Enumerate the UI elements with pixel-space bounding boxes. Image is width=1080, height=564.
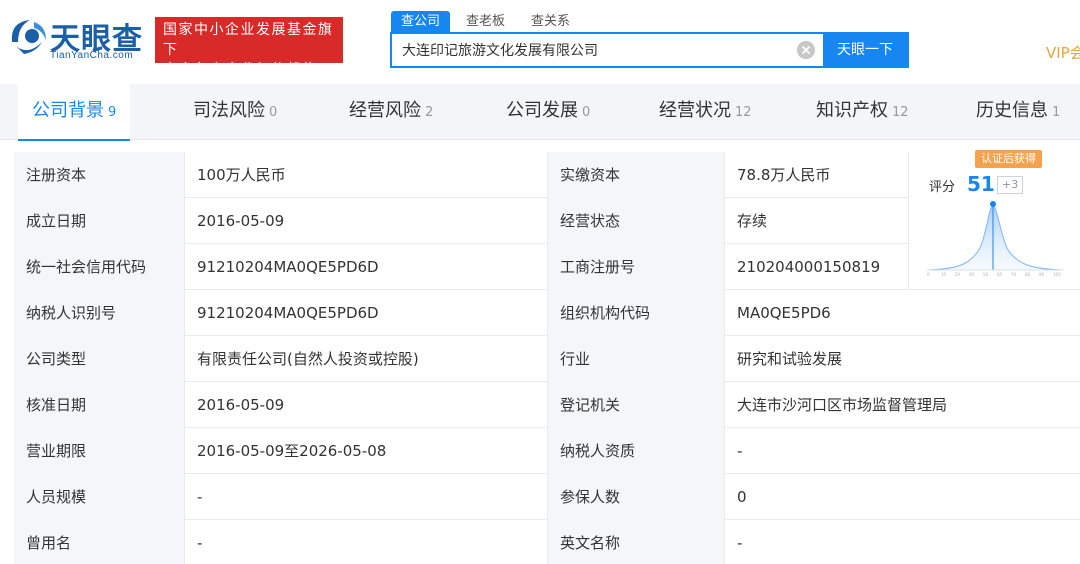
search-type-tabs: 查公司 查老板 查关系 [391,11,586,33]
field-value: - [184,474,547,520]
field-label: 核准日期 [14,382,184,428]
field-value: 存续 [724,198,908,244]
top-header: 天眼查 TianYanCha.com 国家中小企业发展基金旗下 官方备案企业征信… [0,0,1080,84]
field-label: 人员规模 [14,474,184,520]
table-row: 公司类型 有限责任公司(自然人投资或控股) 行业 研究和试验发展 [14,336,1080,382]
field-label: 经营状态 [547,198,724,244]
field-label: 工商注册号 [547,244,724,290]
svg-text:0: 0 [927,272,930,277]
svg-text:90: 90 [1039,272,1045,277]
tab-judicial-risk[interactable]: 司法风险 0 [193,84,277,140]
tab-count: 9 [108,105,117,120]
score-bonus: +3 [997,176,1024,194]
search-box: 天眼一下 [390,32,909,68]
logo-subtext: TianYanCha.com [50,50,134,61]
tab-company-development[interactable]: 公司发展 0 [506,84,590,140]
tab-count: 2 [425,105,434,120]
field-value: 2016-05-09 [184,382,547,428]
field-label: 公司类型 [14,336,184,382]
score-distribution-curve: 0 10 20 40 50 60 70 80 90 100 [926,201,1064,277]
search-tab-boss[interactable]: 查老板 [456,11,515,33]
vip-link[interactable]: VIP会 [1046,42,1080,63]
search-button[interactable]: 天眼一下 [823,34,907,66]
logo-mark-icon [11,20,46,54]
field-label: 注册资本 [14,152,184,198]
tab-company-background[interactable]: 公司背景 9 [18,84,131,141]
field-value: 91210204MA0QE5PD6D [184,290,547,336]
svg-text:70: 70 [1011,272,1017,277]
svg-text:40: 40 [969,272,975,277]
svg-text:50: 50 [983,272,989,277]
tab-count: 12 [735,105,752,120]
table-row: 曾用名 - 英文名称 - [14,520,1080,564]
tab-label: 公司发展 [506,100,578,121]
tab-operation-risk[interactable]: 经营风险 2 [349,84,433,140]
field-label: 英文名称 [547,520,724,564]
svg-text:100: 100 [1053,272,1061,277]
field-label: 营业期限 [14,428,184,474]
tab-count: 0 [269,105,278,120]
company-score-panel[interactable]: 认证后获得 评分 51 +3 0 10 20 40 50 60 70 80 90 100 [908,150,1080,290]
tab-history[interactable]: 历史信息 1 [976,84,1060,140]
field-label: 行业 [547,336,724,382]
field-label: 纳税人资质 [547,428,724,474]
search-tab-relation[interactable]: 查关系 [521,11,580,33]
tianyancha-logo[interactable]: 天眼查 TianYanCha.com [6,12,146,68]
certify-badge: 认证后获得 [975,150,1042,168]
svg-text:10: 10 [941,272,947,277]
table-row: 核准日期 2016-05-09 登记机关 大连市沙河口区市场监督管理局 [14,382,1080,428]
slogan-line-1: 国家中小企业发展基金旗下 [163,22,334,58]
field-value: 0 [724,474,1080,520]
svg-text:80: 80 [1025,272,1031,277]
tab-operation-status[interactable]: 经营状况 12 [659,84,752,140]
tab-label: 历史信息 [976,100,1048,121]
tab-label: 经营风险 [349,100,421,121]
field-value: 有限责任公司(自然人投资或控股) [184,336,547,382]
search-input[interactable] [392,34,822,66]
field-value: 91210204MA0QE5PD6D [184,244,547,290]
score-value: 51 [967,172,995,196]
field-value: 210204000150819 [724,244,908,290]
field-label: 登记机关 [547,382,724,428]
field-label: 曾用名 [14,520,184,564]
field-value: - [724,428,1080,474]
field-label: 纳税人识别号 [14,290,184,336]
table-row: 营业期限 2016-05-09至2026-05-08 纳税人资质 - [14,428,1080,474]
field-value: - [184,520,547,564]
svg-text:60: 60 [997,272,1003,277]
tab-label: 知识产权 [816,100,888,121]
field-value: 研究和试验发展 [724,336,1080,382]
slogan-line-2: 官方备案企业征信机构 [163,62,318,78]
field-value: 78.8万人民币 [724,152,908,198]
tab-intellectual-property[interactable]: 知识产权 12 [816,84,909,140]
table-row: 纳税人识别号 91210204MA0QE5PD6D 组织机构代码 MA0QE5P… [14,290,1080,336]
slogan-banner: 国家中小企业发展基金旗下 官方备案企业征信机构 [155,17,343,78]
table-row: 人员规模 - 参保人数 0 [14,474,1080,520]
tab-label: 司法风险 [193,100,265,121]
field-value: 大连市沙河口区市场监督管理局 [724,382,1080,428]
field-label: 统一社会信用代码 [14,244,184,290]
field-value: - [724,520,1080,564]
search-tab-company[interactable]: 查公司 [391,11,451,33]
tab-count: 0 [582,105,591,120]
tab-label: 经营状况 [659,100,731,121]
field-label: 组织机构代码 [547,290,724,336]
tab-label: 公司背景 [32,100,104,121]
field-label: 成立日期 [14,198,184,244]
tab-count: 12 [892,105,909,120]
svg-text:20: 20 [955,272,961,277]
company-nav-tabs: 公司背景 9 司法风险 0 经营风险 2 公司发展 0 经营状况 12 知识产权 12 历史… [0,84,1080,141]
field-value: 100万人民币 [184,152,547,198]
score-label: 评分 [929,180,956,195]
field-value: 2016-05-09 [184,198,547,244]
field-value: MA0QE5PD6 [724,290,1080,336]
clear-icon[interactable] [797,41,815,59]
field-label: 实缴资本 [547,152,724,198]
field-value: 2016-05-09至2026-05-08 [184,428,547,474]
tab-count: 1 [1052,105,1061,120]
field-label: 参保人数 [547,474,724,520]
